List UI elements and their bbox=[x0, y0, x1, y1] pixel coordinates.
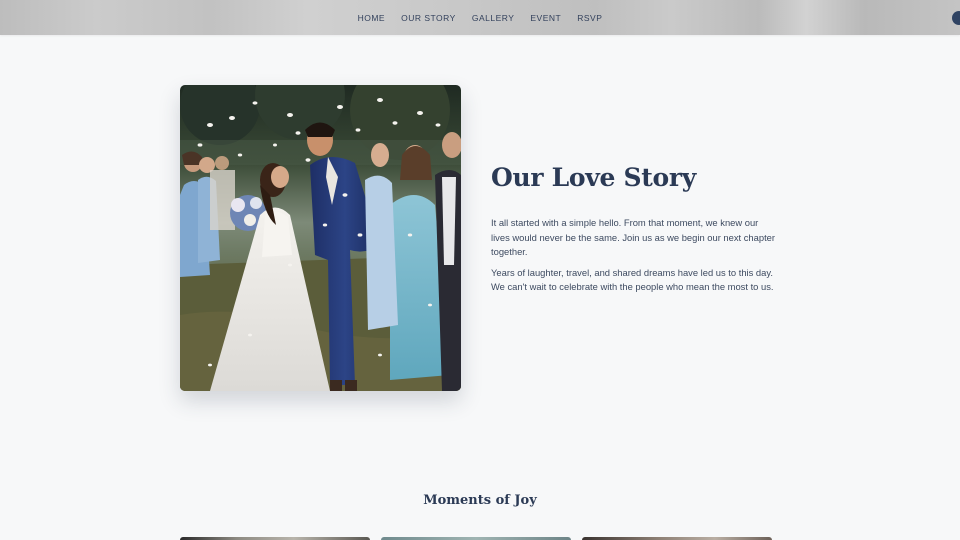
nav-event-link[interactable]: EVENT bbox=[530, 13, 561, 23]
moments-title: Moments of Joy bbox=[423, 493, 537, 508]
wedding-page: HOME OUR STORY GALLERY EVENT RSVP Our Lo… bbox=[0, 0, 960, 540]
wedding-couple-photo bbox=[180, 85, 461, 391]
floating-menu-button[interactable] bbox=[952, 11, 960, 25]
top-navbar: HOME OUR STORY GALLERY EVENT RSVP bbox=[0, 0, 960, 35]
nav-menu: HOME OUR STORY GALLERY EVENT RSVP bbox=[0, 0, 960, 35]
nav-home-link[interactable]: HOME bbox=[358, 13, 386, 23]
story-title: Our Love Story bbox=[491, 163, 696, 192]
nav-our-story-link[interactable]: OUR STORY bbox=[401, 13, 456, 23]
story-paragraph-2: Years of laughter, travel, and shared dr… bbox=[491, 266, 774, 293]
love-story-section: Our Love Story It all started with a sim… bbox=[491, 160, 776, 301]
nav-gallery-link[interactable]: GALLERY bbox=[472, 13, 515, 23]
story-paragraph-1: It all started with a simple hello. From… bbox=[491, 217, 776, 257]
nav-rsvp-link[interactable]: RSVP bbox=[577, 13, 602, 23]
